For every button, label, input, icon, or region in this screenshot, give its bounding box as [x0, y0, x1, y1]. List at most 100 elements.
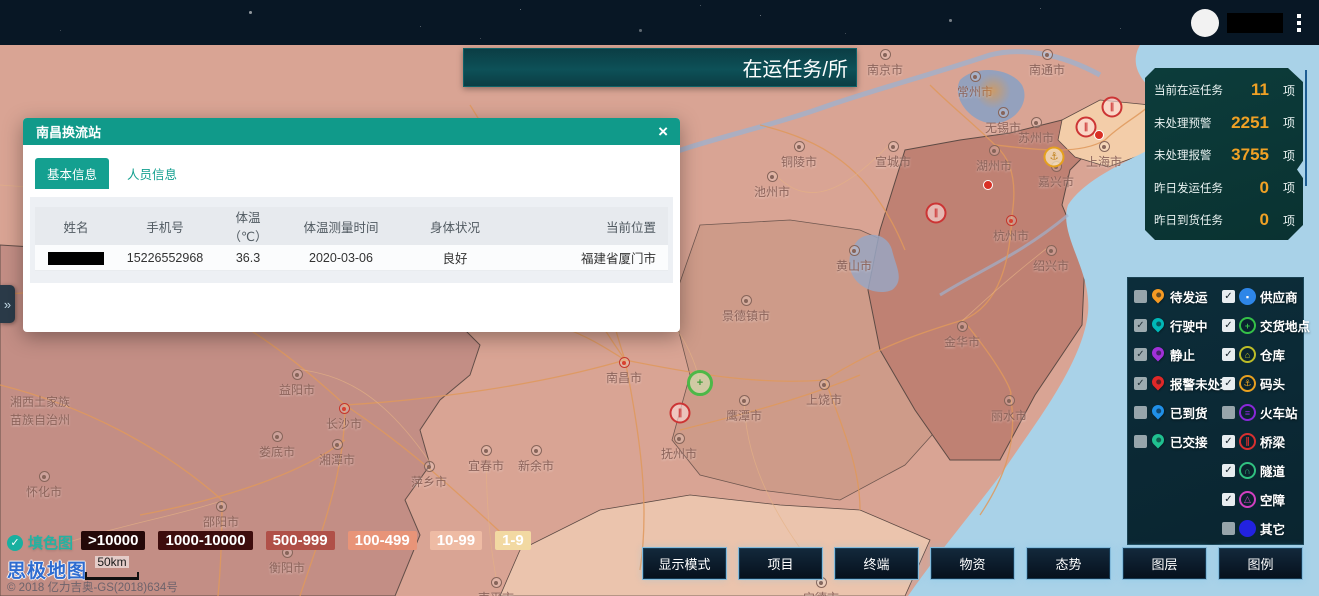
fill-map-label: 填色图: [28, 532, 73, 553]
table-header-cell: 身体状况: [399, 207, 511, 245]
stats-unit: 项: [1279, 212, 1295, 229]
in-transit-checkbox[interactable]: ✓: [1134, 319, 1147, 332]
stats-value: 2251: [1212, 113, 1280, 133]
tab-basic-info[interactable]: 基本信息: [35, 158, 109, 189]
stats-panel: 当前在运任务11项未处理预警2251项未处理报警3755项昨日发运任务0项昨日到…: [1145, 68, 1303, 240]
supplier-icon: ▪: [1239, 288, 1256, 305]
stats-row: 未处理报警3755项: [1154, 140, 1295, 170]
stats-label: 未处理报警: [1154, 147, 1212, 163]
redacted-value: [48, 252, 104, 265]
map-tool-button-layers[interactable]: 图层: [1122, 547, 1207, 580]
legend-label: 仓库: [1260, 345, 1285, 364]
check-icon: ✓: [7, 535, 23, 551]
scale-label: 50km: [95, 556, 128, 568]
legend-item-dock: ✓⚓码头: [1222, 373, 1310, 394]
legend-item-handed-over: 已交接: [1134, 431, 1233, 452]
stats-row: 昨日到货任务0项: [1154, 205, 1295, 235]
legend-item-supplier: ✓ ▪供应商: [1222, 286, 1310, 307]
starfield-decoration: [0, 0, 1, 1]
obstacle-icon: △: [1239, 491, 1256, 508]
panel-expander-chevron-icon[interactable]: »: [0, 285, 15, 323]
legend-place-column: ✓▪供应商✓+交货地点✓⌂仓库✓⚓码头≡火车站✓∥桥梁✓∩隧道✓△空障其它: [1222, 286, 1310, 547]
avatar[interactable]: [1191, 9, 1219, 37]
dialog-tabs: 基本信息人员信息: [35, 158, 680, 189]
map-tool-button-display-mode[interactable]: 显示模式: [642, 547, 727, 580]
user-name-redacted: [1227, 13, 1283, 33]
close-icon[interactable]: ×: [658, 123, 668, 140]
legend-label: 桥梁: [1260, 432, 1285, 451]
in-transit-pin-icon: [1151, 317, 1166, 334]
tunnel-checkbox[interactable]: ✓: [1222, 464, 1235, 477]
table-cell: 福建省厦门市: [511, 245, 668, 271]
map-tool-button-terminal[interactable]: 终端: [834, 547, 919, 580]
stationary-checkbox[interactable]: ✓: [1134, 348, 1147, 361]
delivered-checkbox[interactable]: [1134, 406, 1147, 419]
map-scale-bar: 50km: [85, 553, 139, 580]
delivered-pin-icon: [1151, 404, 1166, 421]
table-header-cell: 手机号: [117, 207, 213, 245]
stats-label: 当前在运任务: [1154, 82, 1223, 98]
table-cell: 良好: [399, 245, 511, 271]
banner-title: 在运任务/所: [742, 53, 848, 82]
legend-label: 码头: [1260, 374, 1285, 393]
scale-badge: 500-999: [266, 531, 335, 550]
legend-item-stationary: ✓静止: [1134, 344, 1233, 365]
table-header-cell: 体温测量时间: [283, 207, 399, 245]
handed-over-checkbox[interactable]: [1134, 435, 1147, 448]
fill-map-toggle[interactable]: ✓ 填色图: [7, 532, 73, 553]
stats-value: 0: [1223, 178, 1279, 198]
delivery-point-icon: +: [1239, 317, 1256, 334]
pending-dispatch-checkbox[interactable]: [1134, 290, 1147, 303]
more-menu-icon[interactable]: [1291, 10, 1307, 36]
stats-row: 未处理预警2251项: [1154, 108, 1295, 138]
stationary-pin-icon: [1151, 346, 1166, 363]
legend-item-obstacle: ✓△空障: [1222, 489, 1310, 510]
scale-badge: 1000-10000: [158, 531, 252, 550]
legend-label: 已交接: [1170, 432, 1208, 451]
legend-item-pending-dispatch: 待发运: [1134, 286, 1233, 307]
personnel-table: 姓名手机号体温（℃）体温测量时间身体状况当前位置 1522655296836.3…: [35, 207, 668, 271]
scale-badge: >10000: [81, 531, 145, 550]
station-dialog: 南昌换流站 × 基本信息人员信息 姓名手机号体温（℃）体温测量时间身体状况当前位…: [23, 118, 680, 332]
alarm-unhandled-checkbox[interactable]: ✓: [1134, 377, 1147, 390]
table-cell: [35, 245, 117, 271]
map-canvas[interactable]: 南京市南通市常州市无锡市苏州市上海市湖州市嘉兴市宣城市杭州市绍兴市铜陵市池州市黄…: [0, 45, 1319, 596]
supplier-checkbox[interactable]: ✓: [1222, 290, 1235, 303]
warehouse-icon: ⌂: [1239, 346, 1256, 363]
scale-badge: 1-9: [495, 531, 531, 550]
legend-item-other: 其它: [1222, 518, 1310, 539]
dialog-content: 姓名手机号体温（℃）体温测量时间身体状况当前位置 1522655296836.3…: [30, 197, 673, 283]
dock-checkbox[interactable]: ✓: [1222, 377, 1235, 390]
bridge-checkbox[interactable]: ✓: [1222, 435, 1235, 448]
train-station-checkbox[interactable]: [1222, 406, 1235, 419]
legend-item-in-transit: ✓行驶中: [1134, 315, 1233, 336]
map-tool-button-legend[interactable]: 图例: [1218, 547, 1303, 580]
stats-label: 未处理预警: [1154, 115, 1212, 131]
app-root: 南京市南通市常州市无锡市苏州市上海市湖州市嘉兴市宣城市杭州市绍兴市铜陵市池州市黄…: [0, 0, 1319, 596]
legend-label: 供应商: [1260, 287, 1298, 306]
stats-unit: 项: [1279, 147, 1295, 164]
choropleth-scale: >100001000-10000500-999100-49910-991-9: [81, 531, 531, 550]
map-tool-button-project[interactable]: 项目: [738, 547, 823, 580]
alarm-unhandled-pin-icon: [1151, 375, 1166, 392]
stats-label: 昨日到货任务: [1154, 212, 1223, 228]
legend-item-train-station: ≡火车站: [1222, 402, 1310, 423]
map-legend-panel: 待发运✓行驶中✓静止✓报警未处理已到货已交接 ✓▪供应商✓+交货地点✓⌂仓库✓⚓…: [1127, 277, 1304, 545]
other-icon: [1239, 520, 1256, 537]
legend-item-alarm-unhandled: ✓报警未处理: [1134, 373, 1233, 394]
warehouse-checkbox[interactable]: ✓: [1222, 348, 1235, 361]
stats-unit: 项: [1279, 114, 1295, 131]
stats-row: 昨日发运任务0项: [1154, 173, 1295, 203]
other-checkbox[interactable]: [1222, 522, 1235, 535]
stats-row: 当前在运任务11项: [1154, 75, 1295, 105]
tab-personnel-info[interactable]: 人员信息: [115, 158, 189, 189]
map-tool-button-material[interactable]: 物资: [930, 547, 1015, 580]
stats-unit: 项: [1279, 179, 1295, 196]
stats-label: 昨日发运任务: [1154, 180, 1223, 196]
map-tool-button-situation[interactable]: 态势: [1026, 547, 1111, 580]
stats-value: 3755: [1212, 145, 1280, 165]
table-header-cell: 体温（℃）: [213, 207, 283, 245]
stats-value: 0: [1223, 210, 1279, 230]
delivery-point-checkbox[interactable]: ✓: [1222, 319, 1235, 332]
obstacle-checkbox[interactable]: ✓: [1222, 493, 1235, 506]
